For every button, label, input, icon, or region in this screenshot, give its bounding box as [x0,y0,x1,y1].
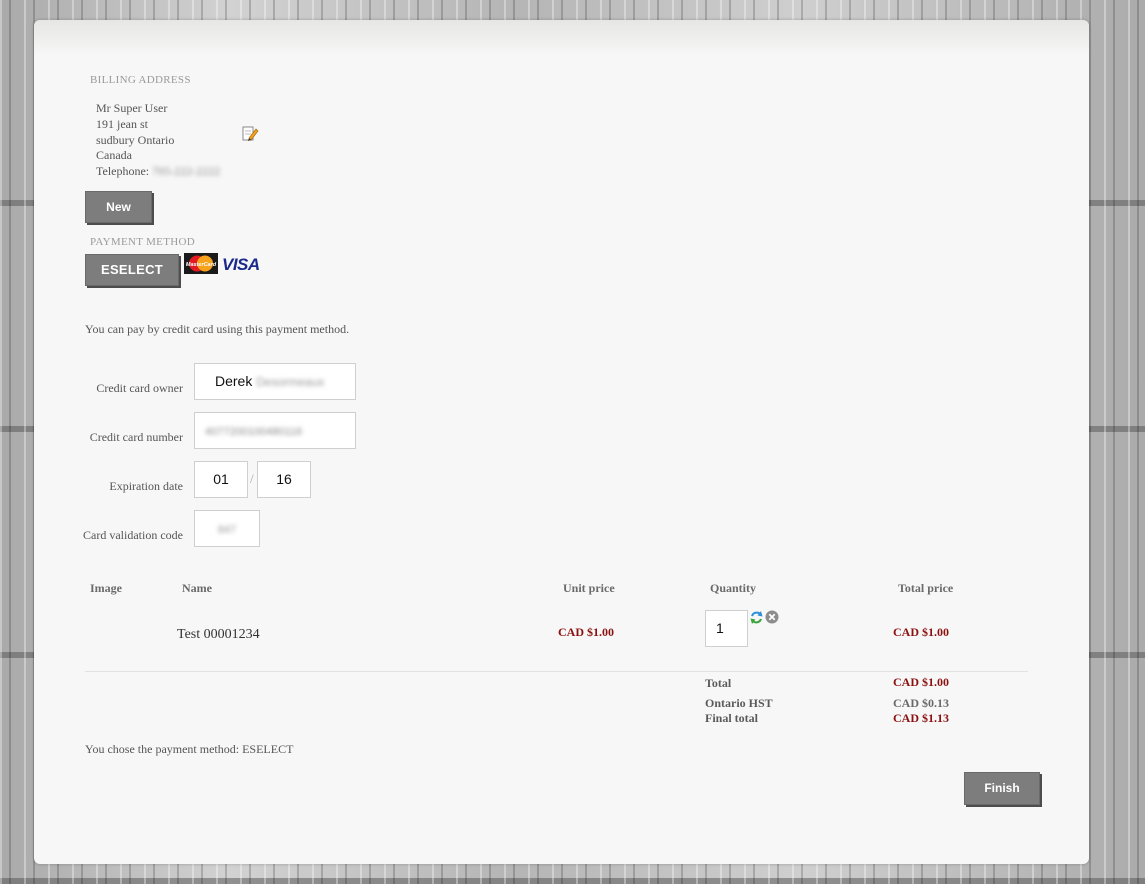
payment-method-title: PAYMENT METHOD [90,236,195,248]
summary-total-value: CAD $1.00 [893,675,949,689]
header-total-price: Total price [898,581,954,595]
expiry-month-input[interactable]: 01 [194,461,248,498]
telephone-label: Telephone: [96,164,150,179]
billing-country: Canada [96,148,132,163]
cart-item-total-price: CAD $1.00 [893,625,949,639]
header-name: Name [182,581,212,595]
expiry-year-input[interactable]: 16 [257,461,311,498]
billing-street: 191 jean st [96,116,148,131]
billing-address-block: Mr Super User 191 jean st sudbury Ontari… [96,101,220,180]
billing-address-title: BILLING ADDRESS [90,74,191,86]
card-owner-label: Credit card owner [96,381,183,395]
panel-top-shade [34,20,1089,56]
card-owner-input[interactable]: Derek Desormeaux [194,363,356,400]
header-image: Image [90,581,122,595]
expiry-separator: / [250,471,254,486]
eselect-payment-button[interactable]: ESELECT [85,254,179,286]
header-unit-price: Unit price [563,581,615,595]
summary-tax-value: CAD $0.13 [893,696,949,710]
page-background: { "billing": { "title": "BILLING ADDRESS… [0,0,1145,884]
checkout-panel: BILLING ADDRESS Mr Super User 191 jean s… [34,20,1089,864]
remove-icon[interactable] [765,610,779,624]
payment-info-text: You can pay by credit card using this pa… [85,322,350,336]
visa-logo: VISA [222,255,260,274]
cart-item-unit-price: CAD $1.00 [558,625,614,639]
quantity-input[interactable]: 1 [705,610,748,647]
cart-item-name: Test 00001234 [177,627,260,642]
billing-telephone: Telephone: 705-222-2222 [96,164,220,180]
new-address-button[interactable]: New [85,191,152,223]
chosen-method-text: You chose the payment method: ESELECT [85,742,294,756]
card-number-value: 4077200100480116 [205,426,303,438]
mastercard-text: MasterCard [186,262,217,268]
mastercard-logo: MasterCard [184,253,218,274]
header-quantity: Quantity [710,581,757,595]
card-owner-last: Desormeaux [256,375,325,389]
billing-city: sudbury Ontario [96,132,175,147]
card-number-input[interactable]: 4077200100480116 [194,412,356,449]
summary-final-label: Final total [705,711,758,725]
telephone-value: 705-222-2222 [152,164,221,179]
refresh-icon[interactable] [749,610,764,625]
cvc-input[interactable]: 847 [194,510,260,547]
finish-button[interactable]: Finish [964,772,1040,805]
summary-total-label: Total [705,676,732,690]
expiry-label: Expiration date [109,479,183,493]
billing-name: Mr Super User [96,101,168,115]
summary-tax-label: Ontario HST [705,696,773,710]
cvc-value: 847 [217,524,237,536]
card-number-label: Credit card number [89,430,183,444]
card-owner-first: Derek [215,373,253,389]
cart-divider [85,671,1028,672]
edit-pencil-icon[interactable] [241,125,259,143]
cvc-label: Card validation code [83,528,183,542]
summary-final-value: CAD $1.13 [893,711,949,725]
